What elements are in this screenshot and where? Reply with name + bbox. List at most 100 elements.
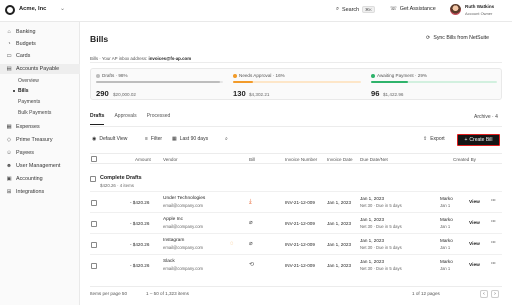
sidebar-item-cards[interactable]: ▭ Cards [0, 51, 80, 61]
page-count[interactable]: 1 of 12 pages [412, 291, 440, 296]
prev-page-icon[interactable]: ‹ [480, 290, 488, 298]
table-row[interactable]: - $420.26 Instagram email@company.com ◌ … [90, 233, 502, 254]
row-invoice-date: Jan 1, 2023 [327, 200, 352, 205]
table-row[interactable]: - $420.26 Under Technologies email@compa… [90, 191, 502, 212]
sidebar-subitem-overview[interactable]: Overview [0, 76, 80, 85]
col-vendor[interactable]: Vendor [163, 157, 178, 162]
default-view-button[interactable]: ◉ Default View [92, 136, 127, 142]
col-created-by[interactable]: Created By [453, 157, 476, 162]
sidebar-item-label: Banking [16, 29, 36, 35]
sidebar-item-label: User Management [16, 163, 61, 169]
stat-progress-bar [96, 81, 223, 83]
more-options-icon[interactable]: ··· [491, 261, 496, 267]
sync-netsuite-button[interactable]: ⟳ Sync Bills from NetSuite [426, 35, 489, 41]
col-invoice-date[interactable]: Invoice Date [327, 157, 353, 162]
stat-label: Awaiting Payment · 29% [371, 73, 427, 78]
warning-icon[interactable]: ◌ [230, 241, 234, 247]
assistance-button[interactable]: ☏ Get Assistance [390, 6, 436, 12]
attachment-icon[interactable]: ⌀ [249, 241, 253, 247]
group-title: Complete Drafts [100, 175, 142, 181]
stat-awaiting-payment[interactable]: Awaiting Payment · 29% 96 $1,422.96 [366, 69, 503, 101]
col-amount[interactable]: Amount [135, 157, 151, 162]
row-vendor[interactable]: Slack [163, 259, 175, 264]
org-name[interactable]: Acme, Inc [19, 6, 46, 12]
create-bill-label: Create Bill [469, 137, 493, 143]
tab-processed[interactable]: Processed [147, 113, 171, 125]
sidebar-item-banking[interactable]: ⌂ Banking [0, 27, 80, 37]
sidebar-item-expenses[interactable]: ▦ Expenses [0, 122, 80, 132]
sidebar-subitem-payments[interactable]: Payments [0, 97, 80, 106]
sidebar-item-budgets[interactable]: ◔ Budgets [0, 39, 80, 49]
row-due-date: Jan 1, 2023 [360, 238, 385, 243]
user-name[interactable]: Ruth Watkins [465, 4, 494, 9]
row-created-by: Marko [440, 217, 453, 222]
items-per-page[interactable]: Items per page 50 [90, 291, 127, 296]
download-icon[interactable]: ⤓ [249, 199, 252, 205]
view-button[interactable]: View [469, 200, 480, 205]
row-vendor-email: email@company.com [163, 203, 204, 208]
stat-progress-fill [96, 81, 221, 83]
stat-progress-bar [233, 81, 361, 83]
table-search-button[interactable]: ⌕ [225, 136, 228, 142]
row-vendor[interactable]: Apple Inc [163, 217, 183, 222]
filter-button[interactable]: ≡ Filter [145, 136, 162, 142]
row-checkbox[interactable] [91, 263, 97, 269]
date-range-button[interactable]: ▦ Last 90 days [172, 136, 208, 142]
sync-icon[interactable]: ⟲ [249, 262, 254, 268]
tab-approvals[interactable]: Approvals [114, 113, 136, 125]
tab-drafts[interactable]: Drafts [90, 113, 105, 125]
export-button[interactable]: ⇪ Export [423, 136, 445, 142]
sidebar-subitem-label: Payments [18, 98, 41, 105]
stat-amount: $1,422.96 [383, 91, 404, 97]
col-due-date[interactable]: Due Date/Net [360, 157, 388, 162]
group-checkbox[interactable] [90, 176, 96, 182]
row-checkbox[interactable] [91, 200, 97, 206]
sidebar-item-integrations[interactable]: ⊞ Integrations [0, 187, 80, 197]
search-button[interactable]: ⌕ Search ⌘K [336, 6, 375, 13]
user-role: Account Owner [465, 10, 493, 16]
sidebar-item-accounting[interactable]: ▣ Accounting [0, 174, 80, 184]
sidebar-item-label: Budgets [16, 41, 36, 47]
view-button[interactable]: View [469, 263, 480, 268]
row-invoice-date: Jan 1, 2023 [327, 242, 352, 247]
sidebar-subitem-bulk-payments[interactable]: Bulk Payments [0, 108, 80, 117]
sidebar-item-prime-treasury[interactable]: ◇ Prime Treasury [0, 135, 80, 145]
stat-drafts[interactable]: Drafts · 98% 290 $20,000.02 [91, 69, 228, 101]
row-checkbox[interactable] [91, 221, 97, 227]
more-options-icon[interactable]: ··· [491, 198, 496, 204]
divider [90, 125, 502, 127]
stat-progress-bar [371, 81, 497, 83]
assist-label: Get Assistance [399, 6, 436, 12]
sidebar-subitem-label: Bulk Payments [18, 109, 52, 116]
row-checkbox[interactable] [91, 242, 97, 248]
archive-link[interactable]: Archive · 4 [474, 114, 498, 120]
logo-icon [5, 5, 15, 15]
select-all-checkbox[interactable] [91, 156, 97, 162]
table-row[interactable]: - $420.26 Slack email@company.com ⟲ INV-… [90, 254, 502, 275]
next-page-icon[interactable]: › [491, 290, 499, 298]
row-vendor[interactable]: Instagram [163, 238, 184, 243]
attachment-icon[interactable]: ⌀ [249, 220, 253, 226]
row-vendor[interactable]: Under Technologies [163, 196, 205, 201]
view-button[interactable]: View [469, 221, 480, 226]
avatar[interactable] [450, 4, 461, 15]
sidebar-subitem-bills[interactable]: Bills [0, 86, 80, 95]
sidebar-item-accounts-payable[interactable]: ▤ Accounts Payable [0, 64, 80, 74]
chevron-down-icon[interactable]: ⌄ [60, 5, 65, 12]
col-invoice-number[interactable]: Invoice Number [285, 157, 317, 162]
sidebar-item-label: Prime Treasury [16, 137, 53, 143]
search-shortcut: ⌘K [362, 6, 375, 13]
col-bill[interactable]: Bill [249, 157, 255, 162]
stat-amount: $4,302.21 [249, 91, 270, 97]
stat-needs-approval[interactable]: Needs Approval · 16% 130 $4,302.21 [228, 69, 366, 101]
view-button[interactable]: View [469, 242, 480, 247]
more-options-icon[interactable]: ··· [491, 240, 496, 246]
integrations-icon: ⊞ [6, 189, 12, 195]
ap-inbox-address[interactable]: invoices@fs-ap.com [149, 56, 192, 61]
create-bill-button[interactable]: + Create Bill [457, 134, 500, 146]
table-row[interactable]: - $420.26 Apple Inc email@company.com ⌀ … [90, 212, 502, 233]
sidebar-item-user-management[interactable]: ☻ User Management [0, 161, 80, 171]
more-options-icon[interactable]: ··· [491, 219, 496, 225]
sidebar-item-payees[interactable]: ☺ Payees [0, 148, 80, 158]
row-invoice-number: INV-21-12-009 [285, 242, 315, 247]
